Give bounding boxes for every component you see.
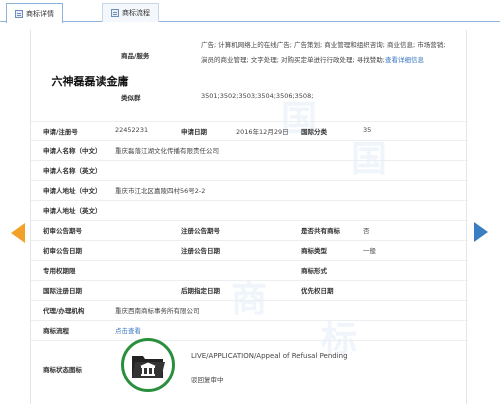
status-en-value: LIVE/APPLICATION/Appeal of Refusal Pendi… (191, 352, 348, 360)
row-divider (31, 240, 468, 241)
document-icon (15, 9, 23, 18)
row-divider (31, 320, 468, 321)
row-divider (31, 121, 468, 122)
shared-value: 否 (363, 227, 370, 235)
row-divider (31, 160, 468, 161)
tab-mark-process[interactable]: 商标流程 (102, 3, 159, 22)
reg-pub-date-label: 注册公告日期 (181, 247, 220, 255)
status-icon-label: 商标状态图标 (43, 366, 82, 374)
intl-reg-date-label: 国际注册日期 (43, 287, 82, 295)
intl-class-value: 35 (363, 126, 372, 134)
row-divider (31, 280, 468, 281)
document-icon (111, 9, 119, 17)
reg-no-label: 申请/注册号 (43, 128, 78, 136)
applicant-cn-value: 重庆磊落江湖文化传播有限责任公司 (115, 147, 219, 155)
tab-bar: 商标详情 商标流程 (0, 0, 500, 23)
applicant-en-label: 申请人名称（英文） (43, 167, 102, 175)
reg-pub-no-label: 注册公告期号 (181, 227, 220, 235)
similar-group-value: 3501;3502;3503;3504;3506;3508; (201, 92, 314, 100)
agent-label: 代理/办理机构 (43, 307, 85, 315)
mark-form-label: 商标形式 (301, 267, 327, 275)
next-arrow-icon[interactable] (474, 222, 488, 242)
tab-mark-details-label: 商标详情 (26, 9, 54, 18)
row-divider (31, 220, 468, 221)
folder-court-icon (121, 338, 175, 392)
prelim-no-label: 初审公告期号 (43, 227, 82, 235)
row-divider (31, 300, 468, 301)
goods-services-text: 演员的商业管理; 文字处理; 对购买定单进行行政处理; 寻找赞助; (201, 56, 385, 64)
agent-value: 重庆西南商标事务所有限公司 (115, 307, 200, 315)
goods-services-value: 广告; 计算机网络上的在线广告; 广告策划; 商业管理和组织咨询; 商业信息; … (201, 38, 500, 68)
intl-class-label: 国际分类 (301, 128, 327, 136)
address-en-label: 申请人地址（英文） (43, 207, 102, 215)
goods-services-line: 广告; 计算机网络上的在线广告; 广告策划; 商业管理和组织咨询; 商业信息; … (201, 41, 446, 49)
address-cn-label: 申请人地址（中文） (43, 187, 102, 195)
watermark: 商 (231, 278, 268, 320)
row-divider (31, 180, 468, 181)
view-detail-link[interactable]: 查看详细信息 (385, 56, 424, 64)
status-cn-value: 驳回复审中 (191, 376, 224, 384)
mark-type-value: 一般 (363, 247, 376, 255)
process-label: 商标流程 (43, 327, 69, 335)
prelim-date-label: 初审公告日期 (43, 247, 82, 255)
folder-court-icon-graphic (132, 356, 165, 378)
address-cn-value: 重庆市江北区嘉陵四村56号2-2 (115, 187, 206, 195)
mark-details-panel: 国 国 商 标 六神磊磊读金庸 商品/服务 广告; 计算机网络上的在线广告; 广… (30, 30, 468, 404)
app-date-label: 申请日期 (181, 128, 207, 136)
row-divider (31, 260, 468, 261)
watermark: 国 (351, 138, 388, 180)
tab-mark-process-label: 商标流程 (122, 9, 150, 17)
goods-services-line: 演员的商业管理; 文字处理; 对购买定单进行行政处理; 寻找赞助;查看详细信息 (201, 53, 500, 68)
mark-type-label: 商标类型 (301, 247, 327, 255)
app-date-value: 2016年12月29日 (236, 128, 289, 136)
goods-services-label: 商品/服务 (121, 52, 150, 60)
row-divider (31, 340, 468, 341)
priority-date-label: 优先权日期 (301, 287, 334, 295)
reg-no-value: 22452231 (115, 126, 149, 134)
applicant-cn-label: 申请人名称（中文） (43, 147, 102, 155)
row-divider (31, 140, 468, 141)
later-designation-label: 后期指定日期 (181, 287, 220, 295)
row-divider (31, 200, 468, 201)
previous-arrow-icon[interactable] (11, 223, 25, 243)
view-process-link[interactable]: 点击查看 (115, 325, 141, 335)
shared-label: 是否共有商标 (301, 227, 340, 235)
tab-mark-details[interactable]: 商标详情 (6, 3, 63, 23)
similar-group-label: 类似群 (121, 94, 141, 102)
exclusive-period-label: 专用权期限 (43, 267, 76, 275)
